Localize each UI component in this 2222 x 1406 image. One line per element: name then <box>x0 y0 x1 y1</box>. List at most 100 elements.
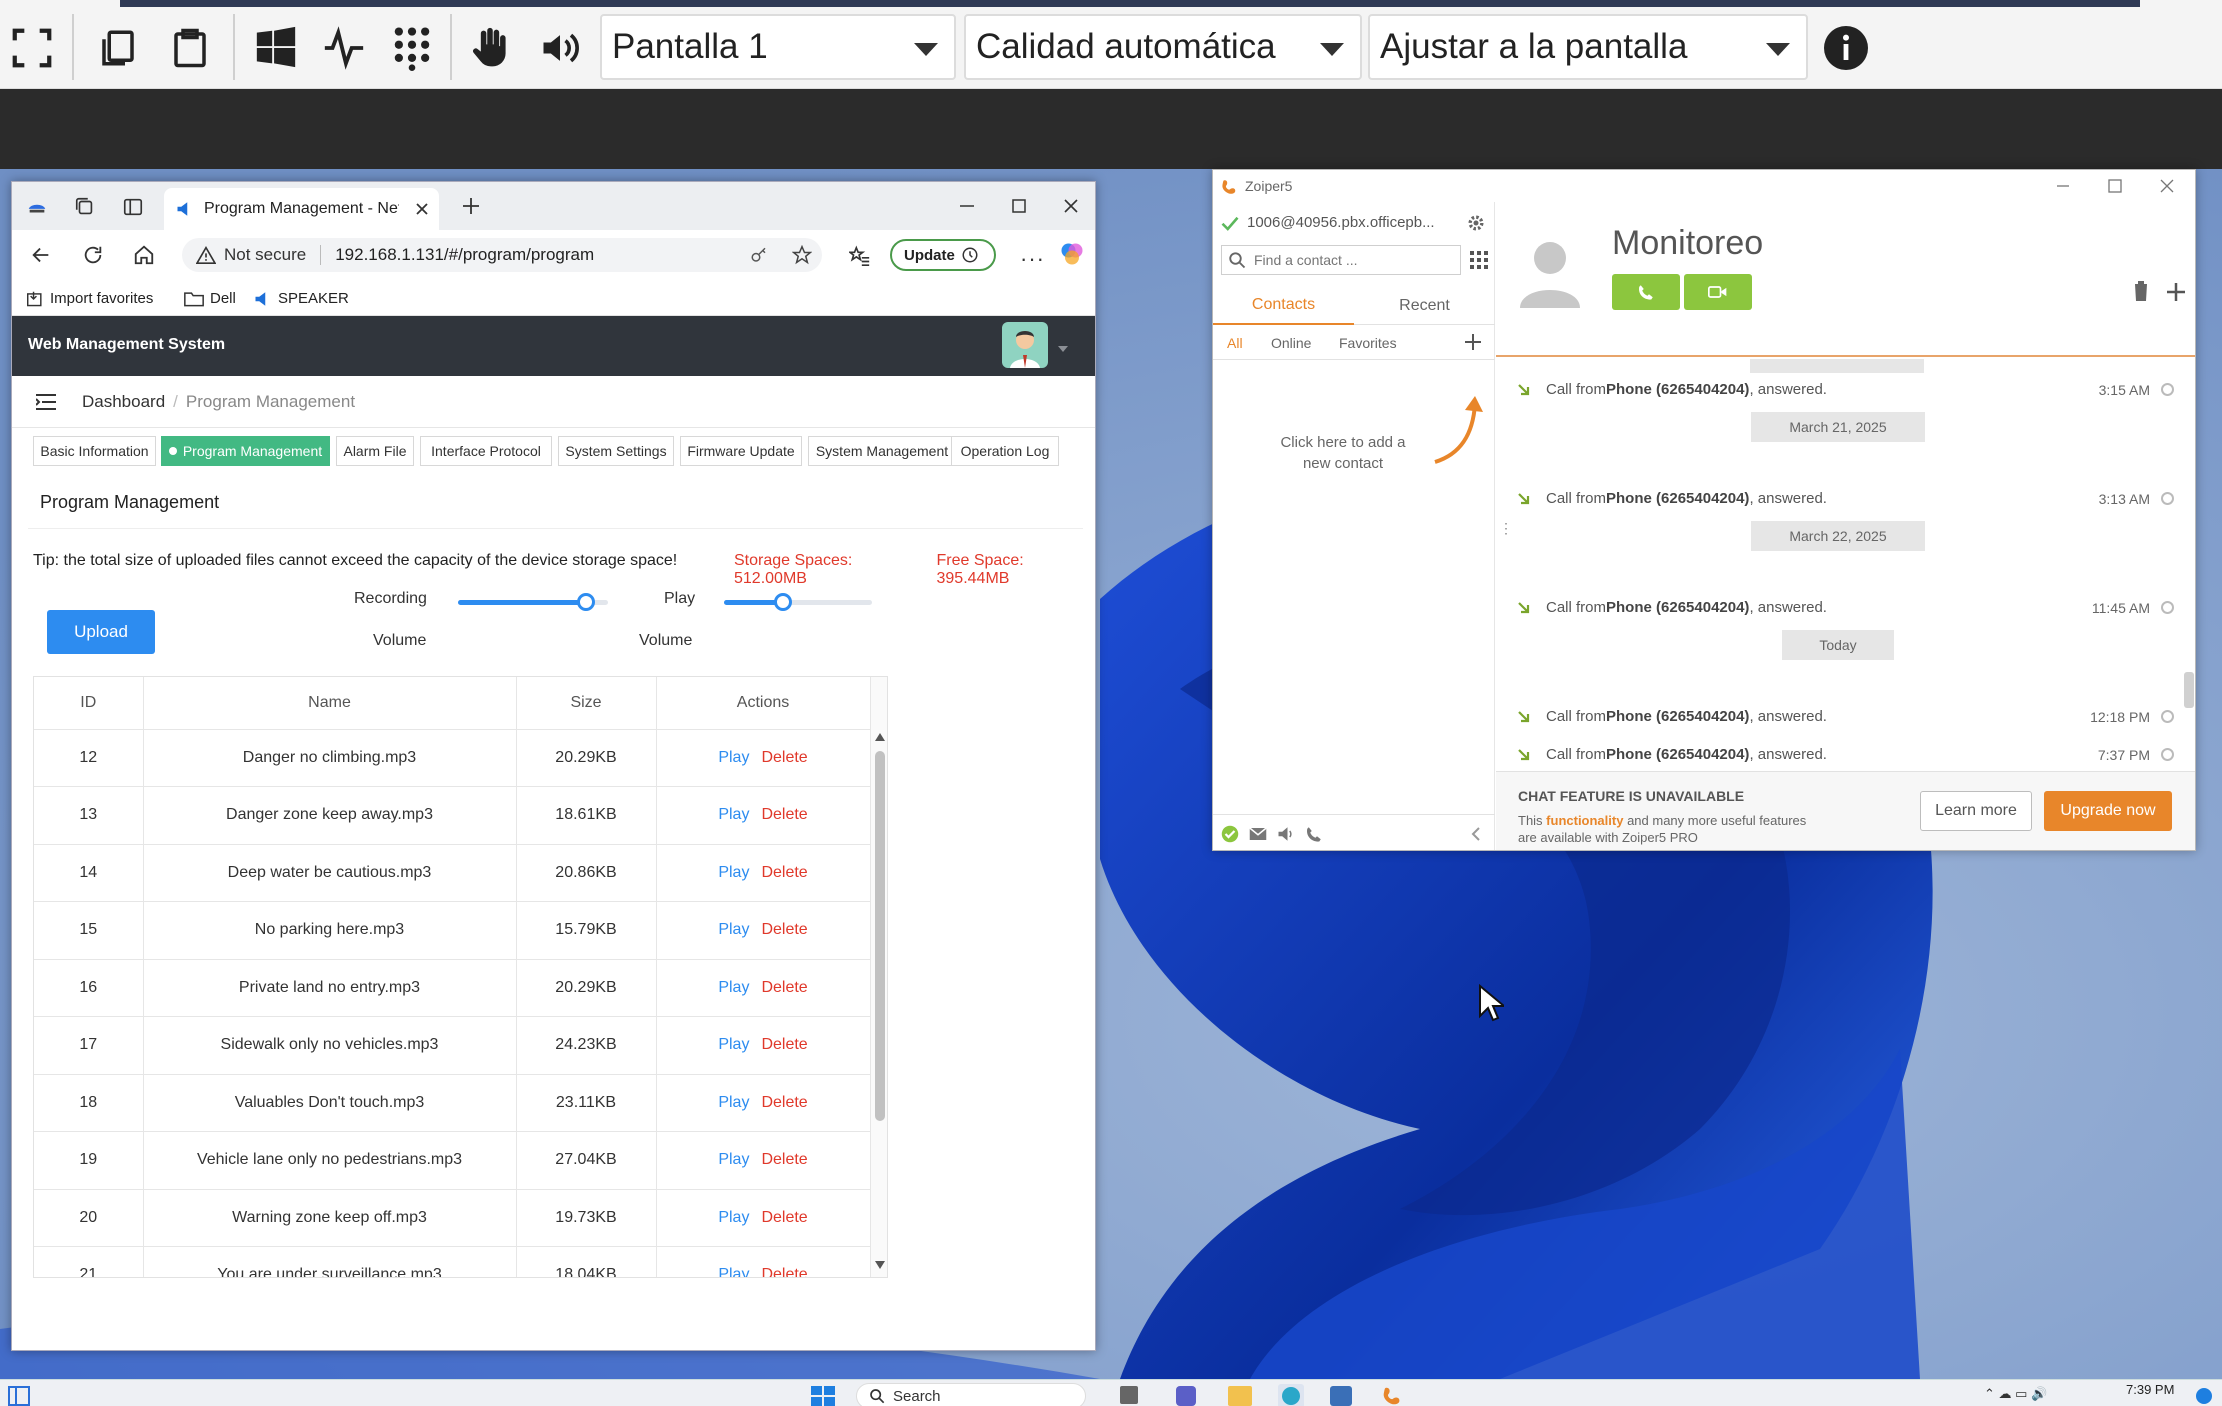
tab-system-management[interactable]: System Management <box>808 436 956 466</box>
new-tab-icon[interactable] <box>460 195 482 217</box>
scroll-down-icon[interactable] <box>875 1261 885 1269</box>
delete-button[interactable]: Delete <box>761 1209 807 1226</box>
contact-search-input[interactable] <box>1221 245 1461 275</box>
audio-call-button[interactable] <box>1612 274 1680 310</box>
address-bar[interactable]: Not secure 192.168.1.131/#/program/progr… <box>182 238 822 272</box>
store-icon[interactable] <box>1330 1386 1352 1406</box>
quality-select[interactable]: Calidad automática <box>964 14 1362 80</box>
tab-firmware-update[interactable]: Firmware Update <box>680 436 802 466</box>
tab-operation-log[interactable]: Operation Log <box>951 436 1059 466</box>
delete-button[interactable]: Delete <box>761 806 807 823</box>
account-label[interactable]: 1006@40956.pbx.officepb... <box>1247 214 1435 231</box>
hand-icon[interactable] <box>462 20 518 76</box>
play-button[interactable]: Play <box>718 1151 749 1168</box>
start-icon[interactable] <box>810 1386 836 1406</box>
edge-workspace-icon[interactable] <box>26 196 48 218</box>
play-volume-slider[interactable] <box>724 593 872 611</box>
delete-button[interactable]: Delete <box>761 979 807 996</box>
filter-all[interactable]: All <box>1227 335 1243 351</box>
teams-icon[interactable] <box>1176 1386 1196 1406</box>
clock[interactable]: 7:39 PM <box>2126 1382 2174 1397</box>
call-history-item[interactable]: Call from Phone (6265404204), answered. 7… <box>1516 746 2186 763</box>
notification-badge[interactable] <box>2196 1388 2212 1404</box>
tab-actions-icon[interactable] <box>122 196 144 218</box>
table-scrollbar[interactable] <box>870 677 887 1277</box>
play-button[interactable]: Play <box>718 806 749 823</box>
add-icon[interactable] <box>2166 282 2186 302</box>
tab-basic-information[interactable]: Basic Information <box>33 436 156 466</box>
delete-button[interactable]: Delete <box>761 1036 807 1053</box>
favorite-speaker[interactable]: SPEAKER <box>254 290 349 307</box>
favorites-list-icon[interactable] <box>849 245 871 267</box>
delete-button[interactable]: Delete <box>761 921 807 938</box>
call-history-item[interactable]: Call from Phone (6265404204), answered. 1… <box>1516 599 2186 616</box>
tab-recent[interactable]: Recent <box>1354 287 1495 325</box>
windows-icon[interactable] <box>248 20 304 76</box>
collections-icon[interactable] <box>74 196 96 218</box>
menu-toggle-icon[interactable] <box>36 394 56 410</box>
history-scrollbar-thumb[interactable] <box>2184 672 2194 708</box>
activity-icon[interactable] <box>316 20 372 76</box>
copy-icon[interactable] <box>90 20 146 76</box>
delete-button[interactable]: Delete <box>761 1266 807 1277</box>
delete-button[interactable]: Delete <box>761 1094 807 1111</box>
favorite-import[interactable]: Import favorites <box>26 290 153 307</box>
taskbar-search[interactable]: Search <box>856 1383 1086 1406</box>
scaling-select[interactable]: Ajustar a la pantalla <box>1368 14 1808 80</box>
learn-more-button[interactable]: Learn more <box>1920 791 2032 831</box>
widgets-icon[interactable] <box>8 1386 30 1406</box>
breadcrumb-dashboard[interactable]: Dashboard <box>82 392 165 412</box>
display-select[interactable]: Pantalla 1 <box>600 14 956 80</box>
play-volume-handle[interactable] <box>774 593 793 611</box>
more-menu-icon[interactable]: ··· <box>1020 246 1045 272</box>
mail-icon[interactable] <box>1249 827 1267 841</box>
maximize-icon[interactable] <box>1010 197 1028 215</box>
call-history-item[interactable]: Call from Phone (6265404204), answered. 1… <box>1516 708 2186 725</box>
key-icon[interactable] <box>750 246 768 264</box>
maximize-icon[interactable] <box>2107 178 2123 194</box>
scroll-up-icon[interactable] <box>875 733 885 741</box>
info-icon[interactable] <box>1818 20 1874 76</box>
fullscreen-icon[interactable] <box>4 20 60 76</box>
play-button[interactable]: Play <box>718 979 749 996</box>
edge-taskbar-button[interactable] <box>1278 1384 1304 1406</box>
security-label[interactable]: Not secure <box>224 245 306 265</box>
refresh-icon[interactable] <box>82 244 104 266</box>
play-button[interactable]: Play <box>718 1036 749 1053</box>
call-forward-icon[interactable] <box>1305 825 1323 843</box>
close-icon[interactable] <box>2159 178 2175 194</box>
chat-desc-link[interactable]: functionality <box>1546 813 1623 828</box>
home-icon[interactable] <box>133 244 155 266</box>
dialpad-icon[interactable] <box>1469 250 1489 270</box>
tab-program-management-page[interactable]: Program Management <box>161 436 330 466</box>
close-icon[interactable] <box>1062 197 1080 215</box>
zoiper-taskbar-icon[interactable] <box>1382 1385 1404 1406</box>
tab-system-settings[interactable]: System Settings <box>558 436 674 466</box>
play-button[interactable]: Play <box>718 749 749 766</box>
pane-resize-handle[interactable]: ⋮ <box>1499 520 1513 537</box>
filter-online[interactable]: Online <box>1271 335 1311 351</box>
caret-down-icon[interactable] <box>1058 346 1068 352</box>
tray-icons[interactable]: ⌃ ☁ ▭ 🔊 <box>1984 1386 2047 1402</box>
recording-volume-slider[interactable] <box>458 593 608 611</box>
play-button[interactable]: Play <box>718 921 749 938</box>
filter-favorites[interactable]: Favorites <box>1339 335 1397 351</box>
online-status-icon[interactable] <box>1221 825 1239 843</box>
task-view-icon[interactable] <box>1120 1386 1138 1404</box>
video-call-button[interactable] <box>1684 274 1752 310</box>
tab-interface-protocol[interactable]: Interface Protocol <box>420 436 552 466</box>
delete-button[interactable]: Delete <box>761 864 807 881</box>
tab-program-management[interactable]: Program Management - Network <box>164 188 439 230</box>
minimize-icon[interactable] <box>958 197 976 215</box>
file-explorer-icon[interactable] <box>1228 1386 1252 1406</box>
upload-button[interactable]: Upload <box>47 610 155 654</box>
play-button[interactable]: Play <box>718 1209 749 1226</box>
contact-search-field[interactable] <box>1254 252 1454 268</box>
tab-contacts[interactable]: Contacts <box>1213 287 1354 325</box>
tab-alarm-file[interactable]: Alarm File <box>336 436 414 466</box>
clipboard-icon[interactable] <box>162 20 218 76</box>
call-history-item[interactable]: Call from Phone (6265404204), answered. 3… <box>1516 381 2186 398</box>
delete-button[interactable]: Delete <box>761 1151 807 1168</box>
star-icon[interactable] <box>792 245 812 265</box>
copilot-icon[interactable] <box>1058 240 1086 268</box>
